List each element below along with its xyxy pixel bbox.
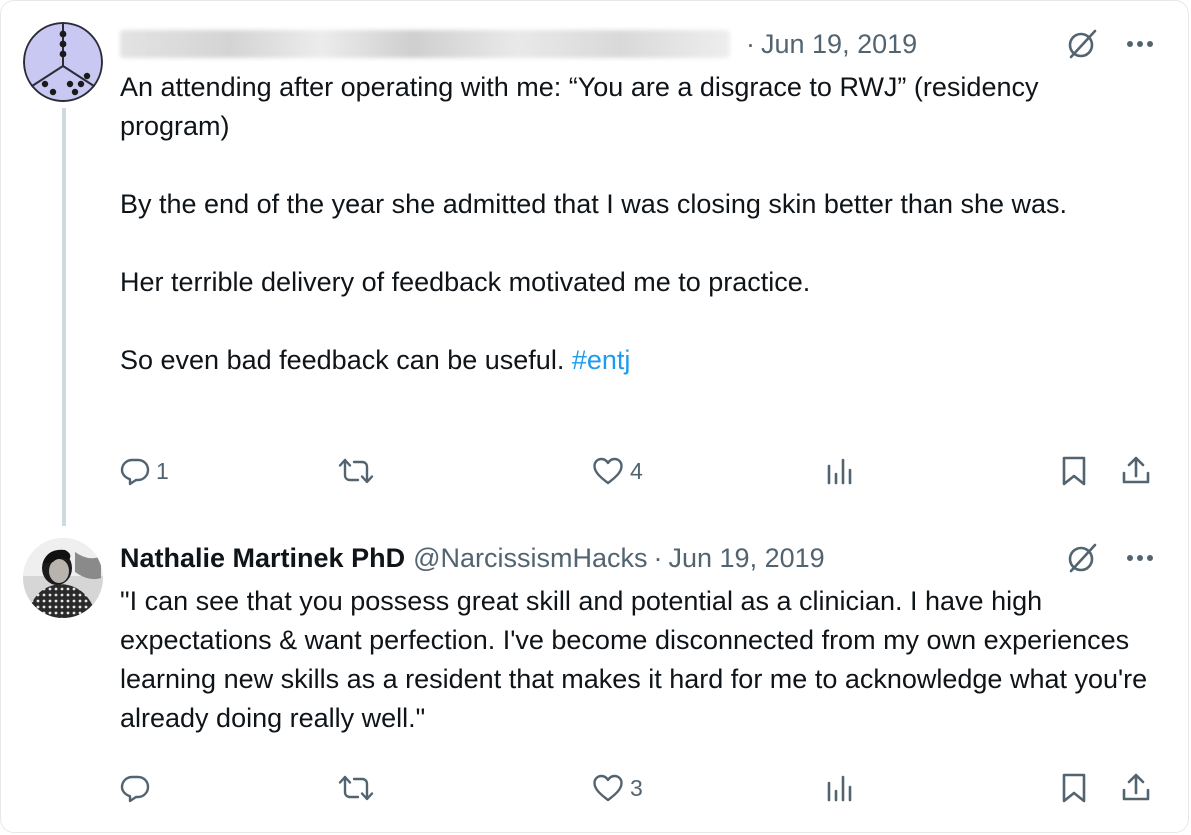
tweet-text: An attending after operating with me: “Y… <box>120 68 1151 380</box>
date-separator: · <box>653 543 663 573</box>
date-separator: · <box>746 29 755 59</box>
repost-icon <box>338 775 374 801</box>
like-button[interactable]: 4 <box>592 451 643 491</box>
reply-icon <box>120 775 150 803</box>
hashtag-link[interactable]: #entj <box>572 345 631 375</box>
tweet-paragraph: By the end of the year she admitted that… <box>120 189 1068 219</box>
tweet-header: · Jun 19, 2019 <box>120 27 1155 61</box>
tweet-paragraph: An attending after operating with me: “Y… <box>120 72 1039 141</box>
bookmark-button[interactable] <box>1060 768 1088 808</box>
views-button[interactable] <box>825 768 859 808</box>
tweet-action-bar: 1 4 <box>120 451 1158 491</box>
author-name[interactable]: Nathalie Martinek PhD <box>120 541 405 575</box>
header-actions <box>1065 27 1155 61</box>
analytics-icon <box>827 458 852 485</box>
share-button[interactable] <box>1120 768 1152 808</box>
grok-icon[interactable] <box>1065 541 1099 575</box>
tweet-date[interactable]: Jun 19, 2019 <box>761 27 917 61</box>
reply-button[interactable]: 1 <box>120 451 169 491</box>
bookmark-icon <box>1062 456 1086 486</box>
tweet-1[interactable]: · Jun 19, 2019 An attending after operat… <box>0 0 1191 526</box>
share-button[interactable] <box>1120 451 1152 491</box>
tweet-paragraph: Her terrible delivery of feedback motiva… <box>120 267 811 297</box>
avatar-photo[interactable] <box>23 538 103 618</box>
bookmark-icon <box>1062 773 1086 803</box>
more-icon[interactable] <box>1125 39 1155 49</box>
avatar-dice[interactable] <box>23 22 103 102</box>
share-icon <box>1122 773 1150 801</box>
profile-photo <box>23 538 103 618</box>
blurred-author-name[interactable] <box>120 30 730 58</box>
header-actions <box>1065 541 1155 575</box>
tweet-paragraph-last: So even bad feedback can be useful. #ent… <box>120 341 1151 380</box>
like-count: 4 <box>630 457 643 484</box>
tweet-2[interactable]: Nathalie Martinek PhD @NarcissismHacks ·… <box>0 520 1191 835</box>
reply-icon <box>120 458 150 486</box>
views-button[interactable] <box>825 451 859 491</box>
repost-icon <box>338 458 374 484</box>
tweet-text: "I can see that you possess great skill … <box>120 582 1151 738</box>
share-icon <box>1122 456 1150 484</box>
repost-button[interactable] <box>338 451 380 491</box>
heart-icon <box>593 774 623 802</box>
more-icon[interactable] <box>1125 553 1155 563</box>
bookmark-button[interactable] <box>1060 451 1088 491</box>
analytics-icon <box>827 775 852 802</box>
repost-button[interactable] <box>338 768 380 808</box>
like-count: 3 <box>630 774 643 801</box>
reply-button[interactable] <box>120 768 156 808</box>
grok-icon[interactable] <box>1065 27 1099 61</box>
tweet-paragraph: "I can see that you possess great skill … <box>120 586 1148 733</box>
author-handle[interactable]: @NarcissismHacks <box>413 541 647 575</box>
like-button[interactable]: 3 <box>592 768 643 808</box>
reply-count: 1 <box>156 457 169 484</box>
tweet-header: Nathalie Martinek PhD @NarcissismHacks ·… <box>120 541 1155 575</box>
tweet-date[interactable]: Jun 19, 2019 <box>669 541 825 575</box>
heart-icon <box>593 457 623 485</box>
tweet-action-bar: 3 <box>120 768 1158 808</box>
thread-connector-line <box>62 108 66 526</box>
dice-avatar-icon <box>23 22 103 102</box>
tweet-paragraph-text: So even bad feedback can be useful. <box>120 345 565 375</box>
